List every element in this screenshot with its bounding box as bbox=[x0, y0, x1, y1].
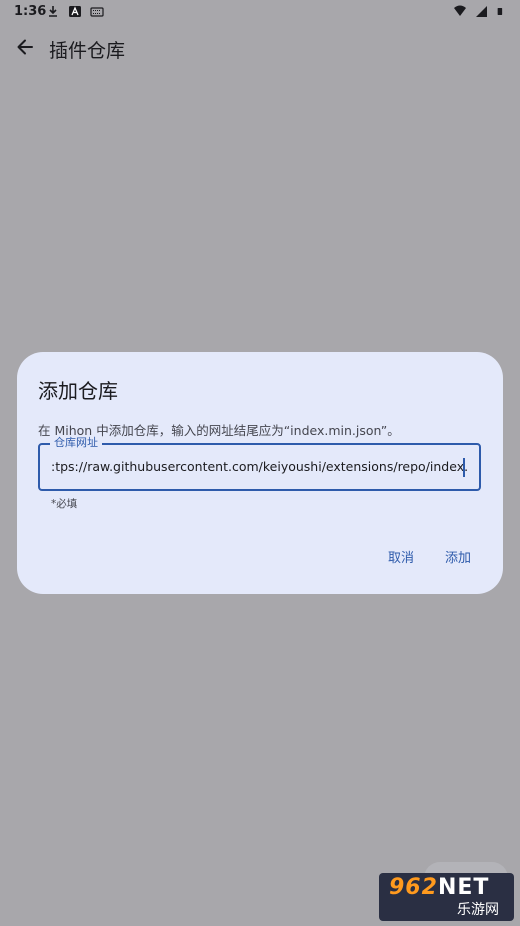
arrow-back-icon bbox=[17, 39, 33, 55]
repo-url-value[interactable]: :tps://raw.githubusercontent.com/keiyous… bbox=[51, 459, 467, 474]
dialog-title: 添加仓库 bbox=[38, 379, 118, 403]
repo-url-field[interactable]: 仓库网址 :tps://raw.githubusercontent.com/ke… bbox=[38, 435, 481, 491]
keyboard-icon bbox=[90, 7, 104, 17]
top-app-bar: 插件仓库 bbox=[0, 28, 520, 72]
battery-icon bbox=[497, 7, 503, 16]
back-button[interactable] bbox=[10, 32, 40, 62]
status-time: 1:36 bbox=[14, 4, 47, 19]
watermark-top: 962NET bbox=[389, 875, 489, 900]
status-icons-right bbox=[453, 5, 506, 18]
wifi-icon bbox=[454, 5, 466, 16]
page-title: 插件仓库 bbox=[49, 40, 126, 62]
watermark-logo: 962NET 乐游网 bbox=[379, 873, 514, 921]
download-icon bbox=[49, 6, 57, 17]
status-icons-left bbox=[46, 5, 104, 18]
status-bar: 1:36 bbox=[0, 0, 520, 24]
watermark-bottom: 乐游网 bbox=[457, 902, 499, 918]
text-cursor bbox=[463, 458, 465, 477]
add-repo-dialog: 添加仓库 在 Mihon 中添加仓库，输入的网址结尾应为“index.min.j… bbox=[17, 352, 503, 594]
watermark-suffix: NET bbox=[437, 875, 490, 900]
add-button[interactable]: 添加 bbox=[441, 545, 475, 568]
watermark-number: 962 bbox=[389, 875, 438, 900]
a-badge-icon bbox=[69, 6, 81, 17]
required-hint: *必填 bbox=[51, 498, 78, 510]
repo-url-label: 仓库网址 bbox=[50, 435, 102, 451]
cancel-button[interactable]: 取消 bbox=[384, 545, 418, 568]
signal-icon bbox=[476, 6, 487, 17]
